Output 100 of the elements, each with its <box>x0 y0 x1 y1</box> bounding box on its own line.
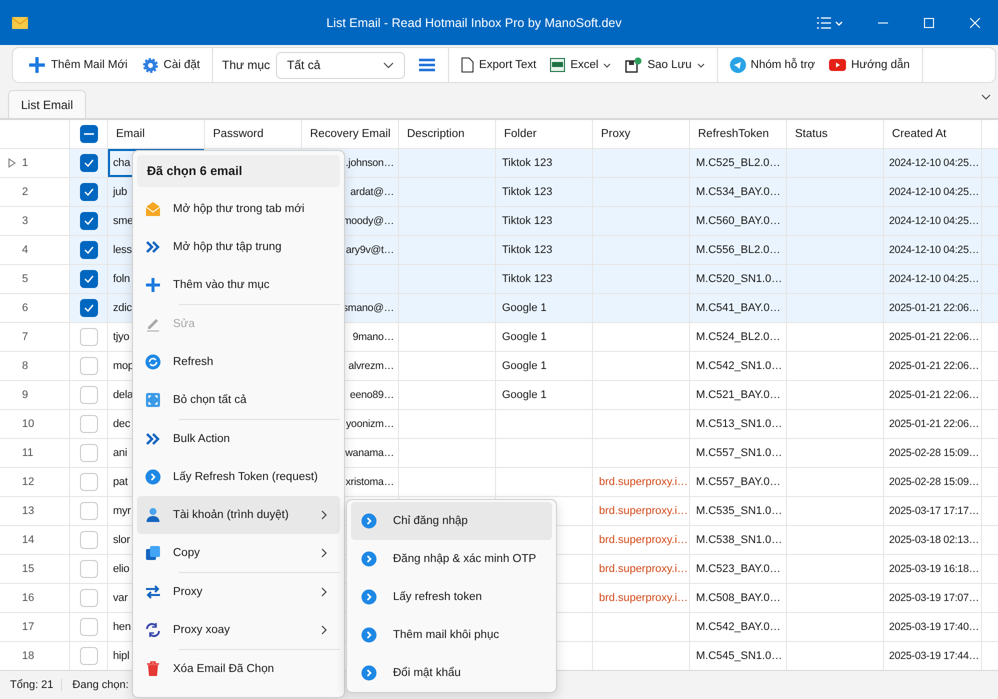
table-cell: brd.superproxy.i… <box>599 534 688 546</box>
backup-button[interactable]: Sao Lưu <box>618 50 712 80</box>
table-cell: M.C525_BL2.0… <box>696 157 780 169</box>
tab[interactable]: List Email <box>8 90 86 118</box>
menu-item[interactable]: Xóa Email Đã Chọn <box>137 650 340 688</box>
menu-item[interactable]: Thêm mail khôi phục <box>351 616 552 654</box>
row-checkbox[interactable] <box>80 241 98 259</box>
row-number: 3 <box>22 215 28 227</box>
row-number: 7 <box>22 331 28 343</box>
table-cell: M.C538_SN1.0… <box>696 534 782 546</box>
checkmark-icon <box>84 217 94 225</box>
table-cell: 2025-01-21 22:06… <box>889 418 980 430</box>
column-header[interactable]: Created At <box>884 120 982 149</box>
menu-item[interactable]: Bỏ chọn tất cả <box>137 381 340 419</box>
settings-button[interactable]: Cài đặt <box>134 50 207 80</box>
row-number: 12 <box>22 476 34 488</box>
menu-item[interactable]: Thêm vào thư mục <box>137 266 340 304</box>
chevron-circle-icon <box>361 627 377 643</box>
table-cell: 2025-03-19 17:44… <box>889 650 980 662</box>
folder-select[interactable]: Tất cả <box>276 52 406 78</box>
table-cell: M.C520_SN1.0… <box>696 273 782 285</box>
row-checkbox[interactable] <box>80 415 98 433</box>
row-checkbox[interactable] <box>80 618 98 636</box>
row-number: 16 <box>22 592 34 604</box>
row-checkbox[interactable] <box>80 357 98 375</box>
row-checkbox[interactable] <box>80 154 98 172</box>
row-number: 8 <box>22 360 28 372</box>
menu-item[interactable]: Đăng nhập & xác minh OTP <box>351 540 552 578</box>
table-cell: 2024-12-10 04:25… <box>889 273 980 285</box>
caret-icon <box>603 62 612 68</box>
excel-button[interactable]: Excel <box>543 50 618 80</box>
caret-icon <box>696 62 705 68</box>
menu-item[interactable]: Mở hộp thư trong tab mới <box>137 190 340 228</box>
table-cell: 9mano… <box>352 331 394 343</box>
column-header[interactable]: Password <box>205 120 302 149</box>
menu-item[interactable]: Mở hộp thư tập trung <box>137 228 340 266</box>
row-number: 18 <box>22 650 34 662</box>
table-cell: myr <box>113 505 131 517</box>
column-header[interactable]: Description <box>399 120 496 149</box>
table-cell: M.C557_BAY.0… <box>696 476 781 488</box>
menu-item[interactable]: Refresh <box>137 343 340 381</box>
list-icon[interactable] <box>419 58 436 72</box>
table-cell: .johnson… <box>346 157 394 169</box>
menu-item[interactable]: Tài khoản (trình duyệt) <box>137 496 340 534</box>
table-cell: 2024-12-10 04:25… <box>889 215 980 227</box>
column-header[interactable]: RefreshToken <box>690 120 787 149</box>
menu-item[interactable]: Lấy Refresh Token (request) <box>137 458 340 496</box>
row-checkbox[interactable] <box>80 270 98 288</box>
select-all-checkbox[interactable] <box>80 125 98 143</box>
row-checkbox[interactable] <box>80 502 98 520</box>
menu-item[interactable]: Lấy refresh token <box>351 578 552 616</box>
table-cell: Tiktok 123 <box>502 244 552 256</box>
row-checkbox[interactable] <box>80 328 98 346</box>
menu-item[interactable]: Copy <box>137 534 340 572</box>
row-checkbox[interactable] <box>80 589 98 607</box>
row-checkbox[interactable] <box>80 444 98 462</box>
row-number: 1 <box>22 157 28 169</box>
column-header[interactable]: Email <box>108 120 205 149</box>
row-checkbox[interactable] <box>80 560 98 578</box>
table-cell: 2025-03-18 02:13… <box>889 534 980 546</box>
list-caret-icon <box>817 16 843 28</box>
row-checkbox[interactable] <box>80 386 98 404</box>
table-cell: Google 1 <box>502 360 547 372</box>
table-cell: brd.superproxy.i… <box>599 476 688 488</box>
menu-item[interactable]: Đổi mật khẩu <box>351 654 552 692</box>
table-cell: var <box>113 592 128 604</box>
menu-item[interactable]: Proxy <box>137 573 340 611</box>
table-cell: M.C513_SN1.0… <box>696 418 782 430</box>
row-number: 11 <box>22 447 34 459</box>
plus-icon <box>145 277 161 293</box>
support-group-button[interactable]: Nhóm hỗ trợ <box>722 50 822 80</box>
total-count: Tổng: 21 <box>0 679 62 691</box>
row-checkbox[interactable] <box>80 473 98 491</box>
row-checkbox[interactable] <box>80 647 98 665</box>
spreadsheet-icon <box>550 58 566 72</box>
column-header[interactable]: Status <box>787 120 884 149</box>
row-checkbox[interactable] <box>80 183 98 201</box>
column-header[interactable]: Folder <box>496 120 593 149</box>
column-header[interactable]: Proxy <box>593 120 690 149</box>
table-cell: cha <box>113 157 130 169</box>
chevrons-icon <box>145 431 161 447</box>
menu-item[interactable]: Proxy xoay <box>137 611 340 649</box>
envelope-icon <box>12 16 28 28</box>
guide-button[interactable]: Hướng dẫn <box>822 50 917 80</box>
row-checkbox[interactable] <box>80 299 98 317</box>
export-text-button[interactable]: Export Text <box>454 50 544 80</box>
table-cell: Tiktok 123 <box>502 157 552 169</box>
pencil-icon <box>145 316 161 332</box>
checkmark-icon <box>84 246 94 254</box>
row-checkbox[interactable] <box>80 212 98 230</box>
table-cell: M.C557_SN1.0… <box>696 447 782 459</box>
add-mail-button[interactable]: Thêm Mail Mới <box>21 50 135 80</box>
table-cell: M.C541_BAY.0… <box>696 302 781 314</box>
plus-icon <box>28 56 46 74</box>
column-header[interactable]: Recovery Email <box>302 120 399 149</box>
table-cell: less <box>113 244 132 256</box>
row-checkbox[interactable] <box>80 531 98 549</box>
caret-icon[interactable] <box>981 94 991 100</box>
menu-item[interactable]: Bulk Action <box>137 420 340 458</box>
menu-item[interactable]: Chỉ đăng nhập <box>351 502 552 540</box>
